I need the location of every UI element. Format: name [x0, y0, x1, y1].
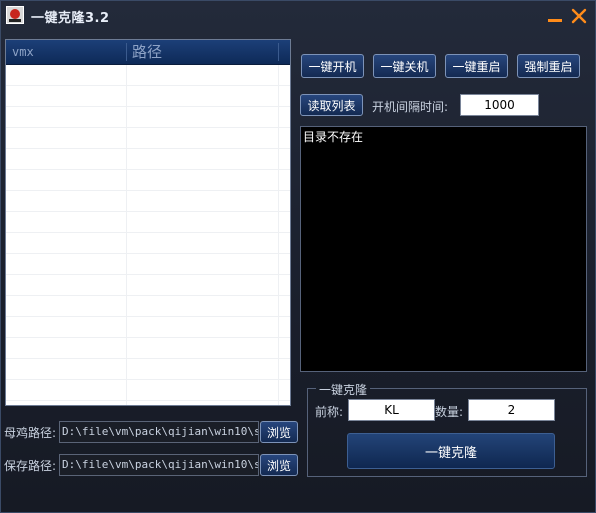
save-browse-button[interactable]: 浏览	[260, 454, 298, 476]
table-row[interactable]	[6, 401, 290, 405]
table-row[interactable]	[6, 380, 290, 401]
list-body[interactable]	[6, 65, 290, 405]
grid-line	[278, 65, 279, 405]
table-row[interactable]	[6, 359, 290, 380]
clone-group: 一键克隆 前称: 数量: 一键克隆	[307, 381, 587, 477]
save-path-input[interactable]: D:\file\vm\pack\qijian\win10\suij	[59, 454, 259, 476]
table-row[interactable]	[6, 254, 290, 275]
column-divider[interactable]	[278, 43, 279, 61]
grid-line	[126, 65, 127, 405]
window-title: 一键克隆3.2	[31, 11, 110, 26]
mother-path-input[interactable]: D:\file\vm\pack\qijian\win10\suij	[59, 421, 259, 443]
interval-input[interactable]	[460, 94, 539, 116]
table-row[interactable]	[6, 317, 290, 338]
power-on-all-button[interactable]: 一键开机	[301, 54, 364, 78]
close-icon[interactable]	[569, 6, 589, 26]
table-row[interactable]	[6, 65, 290, 86]
table-row[interactable]	[6, 296, 290, 317]
table-row[interactable]	[6, 275, 290, 296]
column-divider[interactable]	[126, 43, 127, 61]
list-header: vmx 路径	[6, 40, 290, 65]
save-path-label: 保存路径:	[4, 459, 57, 473]
clone-group-title: 一键克隆	[316, 381, 371, 398]
mother-path-label: 母鸡路径:	[4, 426, 57, 440]
table-row[interactable]	[6, 212, 290, 233]
table-row[interactable]	[6, 338, 290, 359]
interval-label: 开机间隔时间:	[372, 100, 449, 114]
title-bar: 一键克隆3.2	[1, 1, 595, 31]
log-output[interactable]: 目录不存在	[300, 126, 587, 372]
table-row[interactable]	[6, 191, 290, 212]
main-window: 一键克隆3.2 vmx 路径 一键开机 一键关机 一键重启 强制重启 读取列表 …	[0, 0, 596, 513]
mother-browse-button[interactable]: 浏览	[260, 421, 298, 443]
vm-list[interactable]: vmx 路径	[5, 39, 291, 406]
column-vmx[interactable]: vmx	[12, 40, 34, 64]
power-off-all-button[interactable]: 一键关机	[373, 54, 436, 78]
table-row[interactable]	[6, 107, 290, 128]
app-icon	[6, 6, 24, 24]
column-path[interactable]: 路径	[132, 40, 162, 64]
clone-button[interactable]: 一键克隆	[347, 433, 555, 469]
minimize-icon[interactable]	[545, 6, 565, 26]
log-text: 目录不存在	[303, 130, 364, 144]
force-restart-button[interactable]: 强制重启	[517, 54, 580, 78]
table-row[interactable]	[6, 170, 290, 191]
prefix-input[interactable]	[348, 399, 435, 421]
prefix-label: 前称:	[315, 405, 344, 419]
table-row[interactable]	[6, 149, 290, 170]
table-row[interactable]	[6, 86, 290, 107]
count-label: 数量:	[435, 405, 464, 419]
read-list-button[interactable]: 读取列表	[300, 94, 363, 116]
count-input[interactable]	[468, 399, 555, 421]
table-row[interactable]	[6, 233, 290, 254]
restart-all-button[interactable]: 一键重启	[445, 54, 508, 78]
table-row[interactable]	[6, 128, 290, 149]
